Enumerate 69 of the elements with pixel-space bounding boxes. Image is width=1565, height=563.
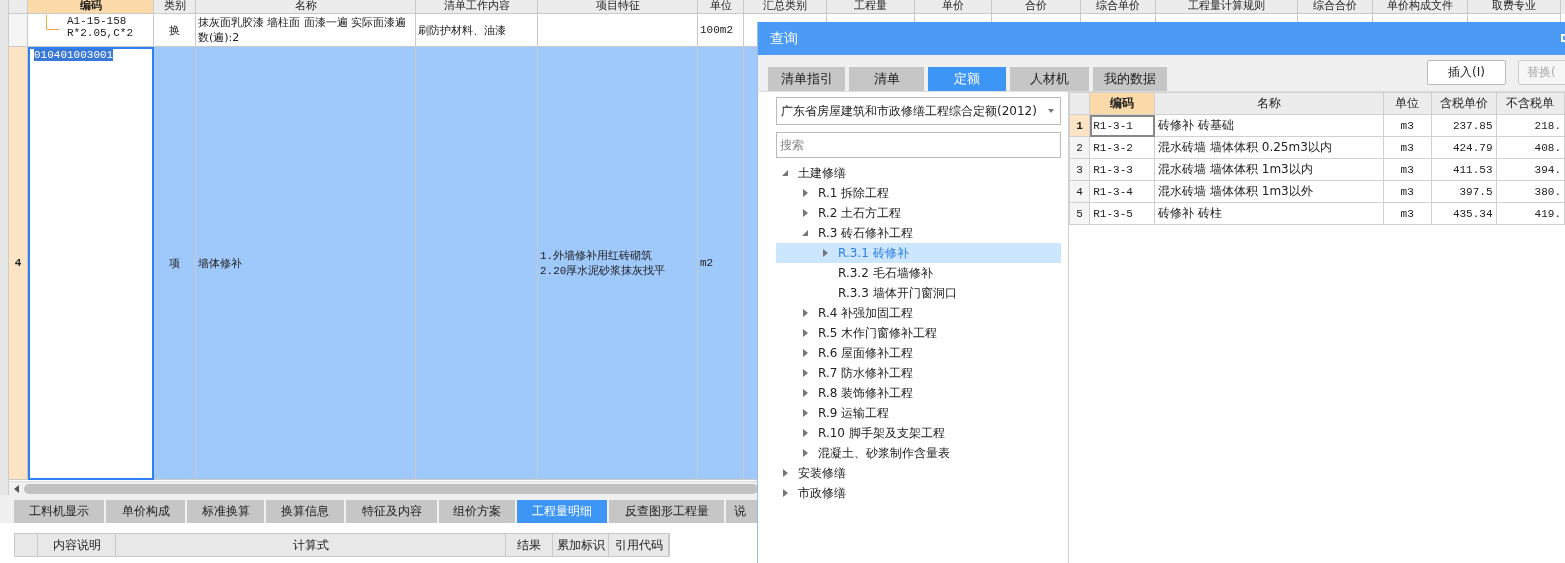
table-cell: 411.53 <box>1431 158 1496 181</box>
column-header: 汇总类别 <box>744 0 827 14</box>
table-cell: 刷防护材料、油漆 <box>418 22 506 38</box>
table-cell: m3 <box>1383 114 1432 137</box>
row-header: 4 <box>9 47 28 480</box>
table-cell: 项 <box>169 255 180 271</box>
column-header: 名称 <box>196 0 416 14</box>
dialog-button: 替换( <box>1518 60 1565 85</box>
table-cell: 换 <box>169 22 180 38</box>
column-header: 清单工作内容 <box>416 0 538 14</box>
column-header: 含税单价 <box>1431 92 1496 115</box>
table-cell: 419. <box>1496 202 1565 225</box>
table-cell: R1-3-4 <box>1089 180 1155 203</box>
row-number: 5 <box>1069 202 1090 225</box>
table-cell: 394. <box>1496 158 1565 181</box>
column-header: 单价构成文件 <box>1373 0 1468 14</box>
dropdown-value: 广东省房屋建筑和市政修缮工程综合定额(2012) <box>781 102 1037 120</box>
table-cell: R1-3-2 <box>1089 136 1155 159</box>
column-header: 单位 <box>1383 92 1432 115</box>
table-cell: m2 <box>700 257 714 269</box>
column-header: 累加标识 <box>553 534 609 556</box>
table-cell-text: 1.外墙修补用红砖砌筑 2.20厚水泥砂浆抹灰找平 <box>540 249 666 278</box>
table-cell: 混水砖墙 墙体体积 1m3以内 <box>1154 158 1384 181</box>
column-header: 取费专业 <box>1468 0 1561 14</box>
table-cell: m3 <box>1383 136 1432 159</box>
table-cell: m3 <box>1383 180 1432 203</box>
column-header: 引用代码 <box>609 534 669 556</box>
table-cell: 010401003001 <box>34 49 114 61</box>
column-header: 单位 <box>698 0 744 14</box>
row-number: 4 <box>1069 180 1090 203</box>
column-header: 计算式 <box>116 534 506 556</box>
table-cell: 100m2 <box>700 24 733 36</box>
column-header: 结果 <box>506 534 553 556</box>
column-header: 类别 <box>154 0 196 14</box>
column-header: 工程量 <box>827 0 915 14</box>
column-header: 单价 <box>915 0 992 14</box>
column-header: 不含税单 <box>1496 92 1565 115</box>
table-cell: m3 <box>1383 202 1432 225</box>
row-number: 2 <box>1069 136 1090 159</box>
dialog-title: 查询 <box>770 29 798 48</box>
table-cell: 混水砖墙 墙体体积 0.25m3以内 <box>1154 136 1384 159</box>
table-cell: 砖修补 砖柱 <box>1154 202 1384 225</box>
column-header: 项目特征 <box>538 0 698 14</box>
table-cell: 435.34 <box>1431 202 1496 225</box>
table-cell: 混水砖墙 墙体体积 1m3以外 <box>1154 180 1384 203</box>
column-header: 名称 <box>1154 92 1384 115</box>
row-number: 1 <box>1069 114 1090 137</box>
column-header: 合价 <box>992 0 1081 14</box>
table-cell: R1-3-5 <box>1089 202 1155 225</box>
table-cell: 218. <box>1496 114 1565 137</box>
table-cell: 砖修补 砖基础 <box>1154 114 1384 137</box>
table-cell: m3 <box>1383 158 1432 181</box>
column-header: 编码 <box>1089 92 1155 115</box>
table-cell: R1-3-3 <box>1089 158 1155 181</box>
table-cell: R1-3-1 <box>1089 114 1155 137</box>
column-header: 综合合价 <box>1298 0 1373 14</box>
table-cell: 墙体修补 <box>198 255 242 271</box>
table-cell: 408. <box>1496 136 1565 159</box>
table-cell: 237.85 <box>1431 114 1496 137</box>
row-number: 3 <box>1069 158 1090 181</box>
column-header: 工程量计算规则 <box>1156 0 1298 14</box>
column-header: 内容说明 <box>38 534 116 556</box>
column-header: 编码 <box>28 0 154 14</box>
table-cell-text: A1-15-158 R*2.05,C*2 <box>66 15 134 39</box>
table-cell: 397.5 <box>1431 180 1496 203</box>
table-cell: 424.79 <box>1431 136 1496 159</box>
table-cell-text: 抹灰面乳胶漆 墙柱面 面漆一遍 实际面漆遍数(遍):2 <box>198 15 408 45</box>
table-cell: 380. <box>1496 180 1565 203</box>
column-header: 综合单价 <box>1081 0 1156 14</box>
